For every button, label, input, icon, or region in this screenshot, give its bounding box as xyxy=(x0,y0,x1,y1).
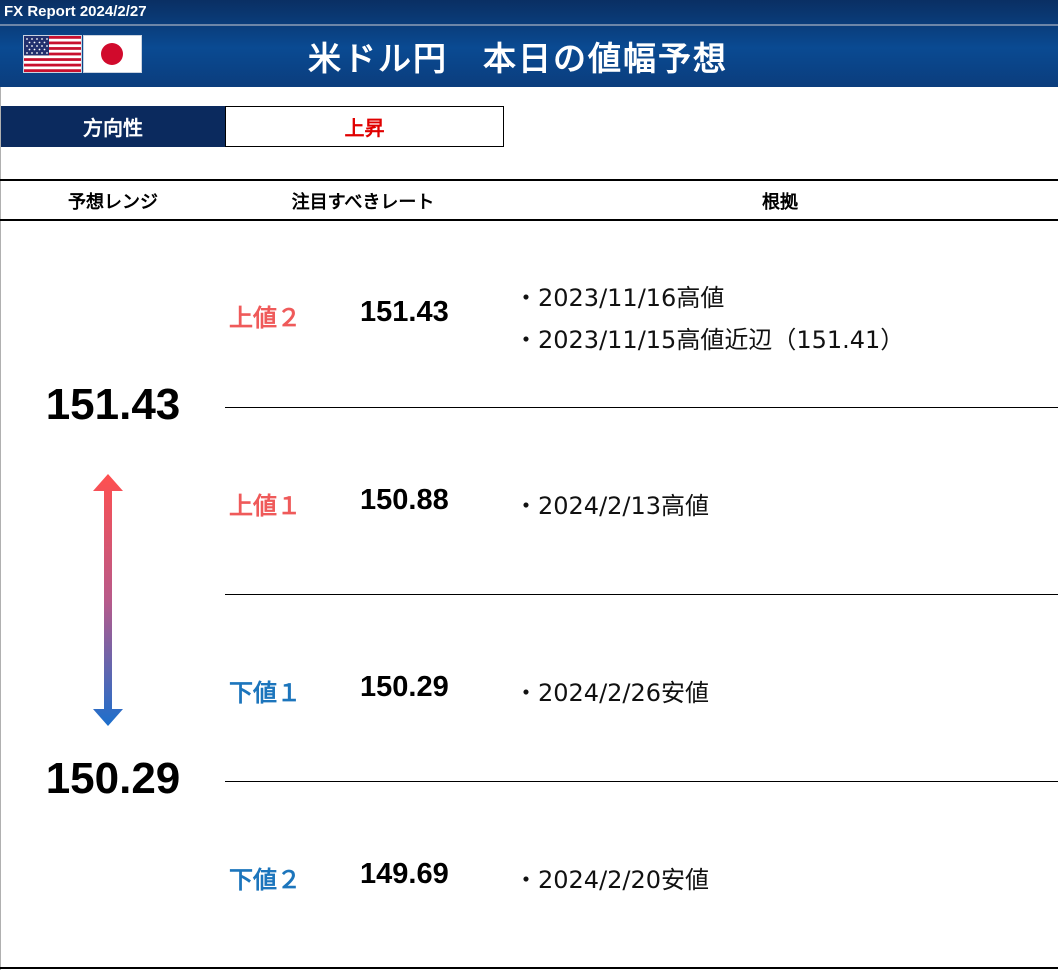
level-basis-upper-2-a: ・2023/11/16高値 xyxy=(514,284,725,312)
range-high: 151.43 xyxy=(45,380,181,429)
level-rate-lower-1: 150.29 xyxy=(360,671,449,703)
column-header-range: 予想レンジ xyxy=(68,192,158,213)
level-basis-lower-1: ・2024/2/26安値 xyxy=(514,679,710,707)
level-label-upper-1: 上値１ xyxy=(229,492,301,520)
report-header: FX Report 2024/2/27 米ドル円 本日の値幅予想 xyxy=(0,0,1058,87)
row-divider xyxy=(225,407,1058,408)
row-divider xyxy=(225,781,1058,782)
level-basis-upper-1: ・2024/2/13高値 xyxy=(514,492,710,520)
header-divider xyxy=(0,24,1058,26)
level-rate-upper-2: 151.43 xyxy=(360,296,449,328)
report-label: FX Report 2024/2/27 xyxy=(4,3,147,20)
row-divider xyxy=(225,594,1058,595)
double-arrow-vertical-icon xyxy=(93,474,123,726)
us-flag-icon xyxy=(24,36,81,72)
table-top-rule xyxy=(0,179,1058,181)
level-basis-lower-2: ・2024/2/20安値 xyxy=(514,866,710,894)
jp-flag-icon xyxy=(84,36,141,72)
level-label-lower-2: 下値２ xyxy=(229,866,301,894)
level-basis-upper-2-b: ・2023/11/15高値近辺（151.41） xyxy=(514,326,905,354)
range-low: 150.29 xyxy=(45,754,181,803)
column-header-rate: 注目すべきレート xyxy=(291,192,435,213)
level-label-lower-1: 下値１ xyxy=(229,679,301,707)
page-title: 米ドル円 本日の値幅予想 xyxy=(308,39,728,78)
level-rate-upper-1: 150.88 xyxy=(360,484,449,516)
table-header-rule xyxy=(0,219,1058,221)
direction-value: 上昇 xyxy=(225,106,504,147)
level-rate-lower-2: 149.69 xyxy=(360,858,449,890)
direction-label: 方向性 xyxy=(1,106,225,147)
jp-flag-sun xyxy=(101,43,123,65)
table-bottom-rule xyxy=(0,967,1058,969)
column-header-basis: 根拠 xyxy=(762,192,798,213)
level-label-upper-2: 上値２ xyxy=(229,304,301,332)
